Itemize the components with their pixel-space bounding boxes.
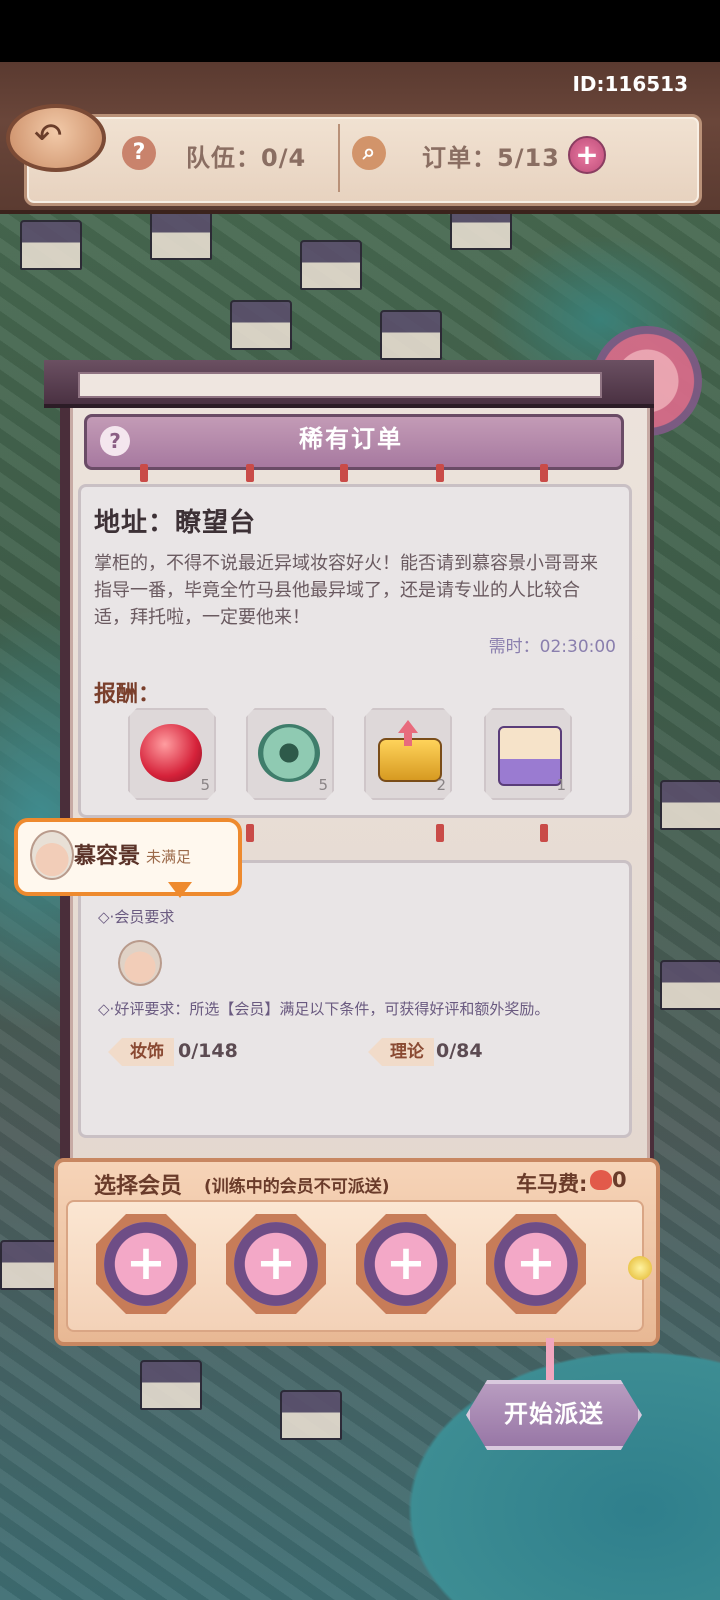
- plus-icon: +: [255, 1235, 297, 1291]
- member-requirement-heading: ◇·会员要求: [98, 908, 175, 926]
- reward-count: 1: [556, 776, 566, 794]
- reward-slot[interactable]: 5: [246, 708, 334, 800]
- start-dispatch-button[interactable]: 开始派送: [466, 1380, 642, 1450]
- divider: [338, 124, 340, 192]
- fee-label: 车马费:: [516, 1172, 588, 1196]
- member-status: 未满足: [146, 848, 192, 866]
- member-avatar: [30, 830, 74, 880]
- member-slot-1[interactable]: +: [96, 1214, 196, 1314]
- back-button[interactable]: ↶: [6, 104, 106, 172]
- plus-icon: +: [575, 138, 599, 171]
- map-building: [20, 220, 82, 270]
- stat-pill-makeup: 妆饰: [108, 1038, 174, 1066]
- diamond-bullet-icon: ◇·: [98, 908, 115, 926]
- status-bar-area: [0, 0, 720, 62]
- map-building: [300, 240, 362, 290]
- map-building: [230, 300, 292, 350]
- pin-decoration: [140, 464, 148, 482]
- map-building: [380, 310, 442, 360]
- order-address: 地址：瞭望台: [94, 508, 257, 538]
- team-count: 队伍：0/4: [186, 144, 307, 172]
- order-description: 掌柜的，不得不说最近异域妆容好火！能否请到慕容景小哥哥来指导一番，毕竟全竹马县他…: [94, 553, 598, 628]
- stat-value-makeup: 0/148: [178, 1040, 238, 1062]
- heart-coin-icon: [590, 1170, 612, 1190]
- panel-title: 稀有订单: [299, 425, 403, 453]
- select-member-title: 选择会员: [94, 1174, 183, 1199]
- map-building: [660, 780, 720, 830]
- pin-decoration: [340, 464, 348, 482]
- map-building: [0, 1240, 62, 1290]
- back-arrow-icon: ↶: [34, 116, 63, 156]
- fee-value: 0: [612, 1168, 627, 1192]
- plus-icon: +: [125, 1235, 167, 1291]
- button-post: [546, 1338, 554, 1382]
- question-mark-icon[interactable]: ?: [122, 136, 156, 170]
- gold-bell-icon: [628, 1256, 652, 1280]
- plus-icon: +: [385, 1235, 427, 1291]
- map-building: [140, 1360, 202, 1410]
- reward-count: 5: [200, 776, 210, 794]
- diamond-bullet-icon: ◇·: [98, 1000, 115, 1018]
- pin-decoration: [246, 824, 254, 842]
- reward-slot[interactable]: 2: [364, 708, 452, 800]
- stat-pill-theory: 理论: [368, 1038, 434, 1066]
- reward-label: 报酬：: [94, 682, 161, 707]
- member-slot-4[interactable]: +: [486, 1214, 586, 1314]
- reward-slot[interactable]: 5: [128, 708, 216, 800]
- tooltip-arrow: [168, 882, 192, 898]
- order-count: 订单：5/13: [422, 144, 560, 172]
- reward-count: 5: [318, 776, 328, 794]
- red-orb-icon: [140, 724, 202, 782]
- map-building: [660, 960, 720, 1010]
- pin-decoration: [436, 464, 444, 482]
- member-slot-2[interactable]: +: [226, 1214, 326, 1314]
- required-member-avatar[interactable]: [118, 940, 162, 986]
- order-time-required: 需时：02:30:00: [488, 637, 616, 657]
- pin-decoration: [540, 824, 548, 842]
- help-icon[interactable]: ?: [100, 426, 130, 456]
- magnifier-icon[interactable]: ⌕: [352, 136, 386, 170]
- select-member-note: (训练中的会员不可派送): [204, 1177, 390, 1197]
- green-jade-ring-icon: [258, 724, 320, 782]
- map-building: [150, 210, 212, 260]
- add-order-button[interactable]: +: [568, 136, 606, 174]
- pin-decoration: [246, 464, 254, 482]
- member-name: 慕容景: [74, 844, 141, 869]
- pin-decoration: [436, 824, 444, 842]
- stat-value-theory: 0/84: [436, 1040, 483, 1062]
- pin-decoration: [540, 464, 548, 482]
- reward-slot[interactable]: 1: [484, 708, 572, 800]
- reward-count: 2: [436, 776, 446, 794]
- panel-top-trim-inner: [78, 372, 602, 398]
- map-building: [280, 1390, 342, 1440]
- review-requirement-text: ◇·好评要求：所选【会员】满足以下条件，可获得好评和额外奖励。: [98, 1000, 550, 1018]
- plus-icon: +: [515, 1235, 557, 1291]
- player-id: ID:116513: [572, 72, 688, 96]
- member-slot-3[interactable]: +: [356, 1214, 456, 1314]
